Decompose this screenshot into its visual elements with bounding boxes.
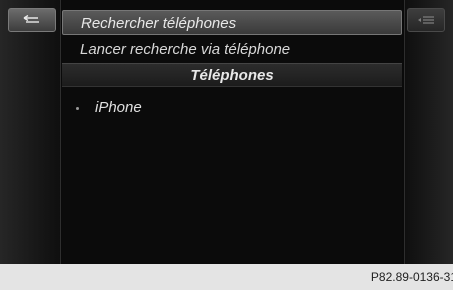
figure-reference: P82.89-0136-31 (370, 270, 453, 284)
menu-item-search-via-phone[interactable]: Lancer recherche via téléphone (62, 37, 402, 62)
right-panel (404, 0, 453, 264)
back-arrow-icon (23, 15, 39, 23)
device-name: iPhone (95, 99, 142, 116)
back-button[interactable] (8, 8, 56, 32)
list-menu-icon (418, 16, 434, 24)
section-header-phones: Téléphones (62, 63, 402, 87)
menu-item-search-phones[interactable]: Rechercher téléphones (62, 10, 402, 35)
menu-button[interactable] (407, 8, 445, 32)
main-menu-area: Rechercher téléphones Lancer recherche v… (62, 0, 402, 264)
list-item-device[interactable]: iPhone (62, 96, 142, 120)
figure-footer: P82.89-0136-31 (0, 264, 453, 290)
infotainment-screen: Rechercher téléphones Lancer recherche v… (0, 0, 453, 290)
left-panel (0, 0, 61, 264)
bullet-icon (76, 106, 79, 110)
